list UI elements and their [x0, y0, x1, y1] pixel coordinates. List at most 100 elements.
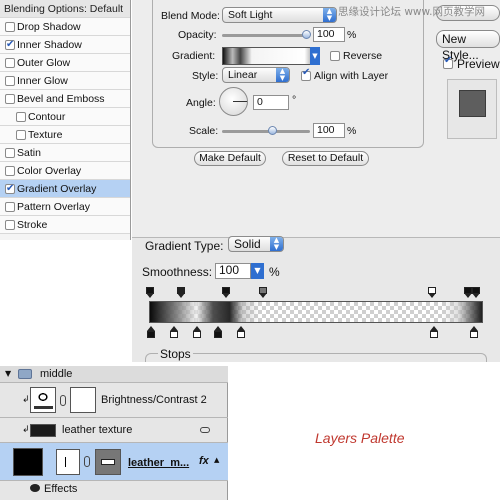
- style-item-drop-shadow[interactable]: Drop Shadow: [0, 18, 130, 36]
- style-item-bevel-emboss[interactable]: Bevel and Emboss: [0, 90, 130, 108]
- bevel-emboss-checkbox[interactable]: [5, 94, 15, 104]
- style-item-inner-shadow[interactable]: Inner Shadow: [0, 36, 130, 54]
- style-item-inner-glow[interactable]: Inner Glow: [0, 72, 130, 90]
- stroke-checkbox[interactable]: [5, 220, 15, 230]
- color-stop[interactable]: [430, 326, 438, 338]
- blend-mode-value: Soft Light: [228, 9, 273, 21]
- style-item-color-overlay[interactable]: Color Overlay: [0, 162, 130, 180]
- style-item-texture[interactable]: Texture: [0, 126, 130, 144]
- color-stop[interactable]: [147, 326, 155, 338]
- smoothness-label: Smoothness:: [142, 265, 213, 279]
- opacity-stop[interactable]: [259, 287, 267, 298]
- opacity-stop[interactable]: [177, 287, 185, 298]
- opacity-slider[interactable]: [222, 34, 310, 37]
- vector-mask-thumb[interactable]: [95, 449, 121, 475]
- collapse-triangle-icon[interactable]: ▲: [214, 456, 219, 464]
- layer-effects-row[interactable]: Effects: [0, 481, 228, 500]
- gradient-type-select[interactable]: Solid ▲ ▼: [228, 236, 284, 252]
- layer-row-leather-texture[interactable]: ↲ leather texture: [0, 418, 228, 443]
- link-icon[interactable]: [84, 456, 90, 467]
- inner-glow-checkbox[interactable]: [5, 76, 15, 86]
- opacity-stop[interactable]: [146, 287, 154, 298]
- drop-shadow-checkbox[interactable]: [5, 22, 15, 32]
- color-stop[interactable]: [193, 326, 201, 338]
- style-item-stroke[interactable]: Stroke: [0, 216, 130, 234]
- smoothness-input[interactable]: 100: [215, 263, 251, 279]
- style-item-contour[interactable]: Contour: [0, 108, 130, 126]
- color-stop-swatch: [470, 331, 478, 338]
- layer-mask-thumb[interactable]: [56, 449, 80, 475]
- texture-checkbox[interactable]: [16, 130, 26, 140]
- style-item-satin[interactable]: Satin: [0, 144, 130, 162]
- gradient-editor-panel: [132, 237, 500, 362]
- style-value: Linear: [228, 69, 258, 81]
- opacity-slider-thumb[interactable]: [302, 30, 311, 39]
- style-item-label: Inner Shadow: [17, 39, 82, 51]
- link-icon[interactable]: [60, 395, 66, 406]
- blending-options-header[interactable]: Blending Options: Default: [0, 0, 130, 18]
- color-stop-swatch: [193, 331, 201, 338]
- style-item-label: Contour: [28, 111, 66, 123]
- style-item-outer-glow[interactable]: Outer Glow: [0, 54, 130, 72]
- smoothness-dropdown-icon[interactable]: ▼: [251, 263, 264, 279]
- chevron-updown-icon: ▲ ▼: [270, 237, 283, 251]
- color-stop[interactable]: [214, 326, 222, 338]
- color-stop[interactable]: [237, 326, 245, 338]
- scale-slider-thumb[interactable]: [268, 126, 277, 135]
- preview-checkbox[interactable]: [443, 55, 453, 69]
- opacity-stop[interactable]: [428, 287, 436, 298]
- outer-glow-checkbox[interactable]: [5, 58, 15, 68]
- color-stop-swatch: [237, 331, 245, 338]
- angle-input[interactable]: 0: [253, 95, 289, 110]
- style-item-label: Pattern Overlay: [17, 201, 90, 213]
- eye-icon[interactable]: [30, 484, 40, 492]
- layer-row-brightness-contrast[interactable]: ↲ Brightness/Contrast 2: [0, 383, 228, 418]
- make-default-button[interactable]: Make Default: [194, 151, 266, 166]
- gradient-preview-bar[interactable]: [149, 301, 483, 323]
- opacity-stop-pointer: [428, 293, 436, 298]
- new-style-button[interactable]: New Style...: [436, 30, 500, 62]
- fx-icon[interactable]: fx: [199, 455, 209, 467]
- expand-triangle-icon[interactable]: ▼: [5, 369, 11, 378]
- layer-mask-thumb[interactable]: [70, 387, 96, 413]
- style-item-gradient-overlay[interactable]: Gradient Overlay: [0, 180, 130, 198]
- gradient-type-value: Solid: [234, 237, 261, 251]
- gradient-swatch[interactable]: [222, 47, 320, 65]
- opacity-stop[interactable]: [222, 287, 230, 298]
- layer-group-middle[interactable]: ▼ middle: [0, 366, 228, 383]
- reverse-checkbox[interactable]: [330, 51, 340, 61]
- satin-checkbox[interactable]: [5, 148, 15, 158]
- color-stop[interactable]: [470, 326, 478, 338]
- chevron-updown-icon: ▲ ▼: [323, 8, 336, 22]
- clip-arrow-icon: ↲: [22, 395, 30, 405]
- opacity-stop[interactable]: [464, 287, 472, 298]
- gradient-fill: [150, 302, 482, 322]
- style-item-pattern-overlay[interactable]: Pattern Overlay: [0, 198, 130, 216]
- align-with-layer-checkbox[interactable]: [301, 67, 311, 81]
- reset-to-default-button[interactable]: Reset to Default: [282, 151, 369, 166]
- color-overlay-checkbox[interactable]: [5, 166, 15, 176]
- style-select[interactable]: Linear ▲ ▼: [222, 67, 290, 83]
- color-stop[interactable]: [170, 326, 178, 338]
- align-with-layer-label: Align with Layer: [314, 70, 389, 82]
- angle-dial[interactable]: [219, 87, 248, 116]
- reset-to-default-label: Reset to Default: [287, 152, 364, 164]
- group-name: middle: [40, 368, 73, 380]
- style-item-label: Bevel and Emboss: [17, 93, 105, 105]
- opacity-stop[interactable]: [472, 287, 480, 298]
- opacity-input[interactable]: 100: [313, 27, 345, 42]
- scale-input[interactable]: 100: [313, 123, 345, 138]
- stops-group-box: [145, 353, 487, 362]
- color-stop-swatch: [214, 331, 222, 338]
- sun-icon: [36, 391, 50, 403]
- inner-shadow-checkbox[interactable]: [5, 36, 15, 54]
- pattern-overlay-checkbox[interactable]: [5, 202, 15, 212]
- gradient-dropdown-icon[interactable]: ▼: [310, 47, 320, 65]
- blend-mode-select[interactable]: Soft Light ▲ ▼: [222, 7, 337, 23]
- layer-row-leather-m[interactable]: leather_m... fx ▲: [0, 443, 228, 481]
- layers-palette-caption: Layers Palette: [315, 430, 405, 446]
- gradient-overlay-checkbox[interactable]: [5, 180, 15, 198]
- scale-slider[interactable]: [222, 130, 310, 133]
- contour-checkbox[interactable]: [16, 112, 26, 122]
- style-label: Style:: [192, 70, 219, 82]
